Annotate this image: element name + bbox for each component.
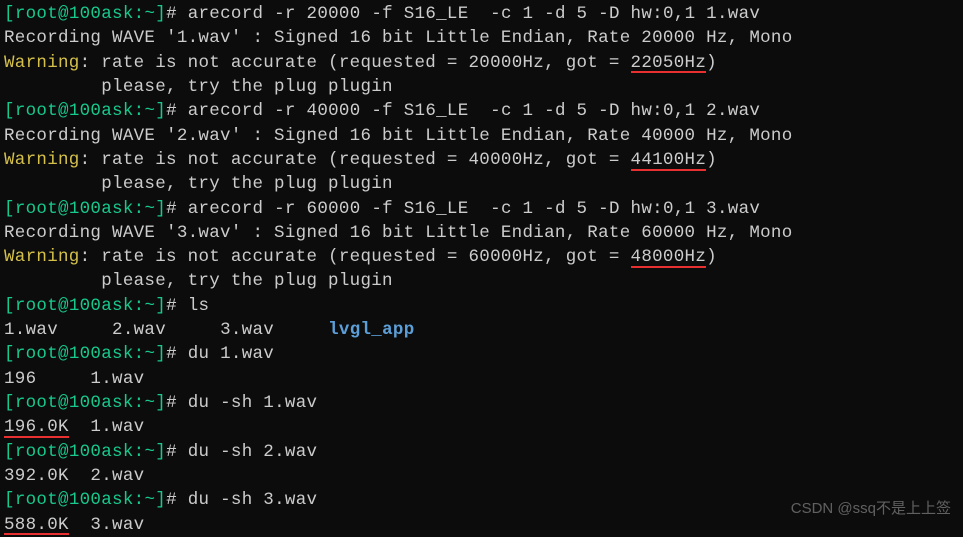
- du-output: 196.0K 1.wav: [4, 415, 959, 439]
- command-text: arecord -r 20000 -f S16_LE -c 1 -d 5 -D …: [177, 4, 760, 24]
- warning-tail: please, try the plug plugin: [4, 172, 959, 196]
- command-text: ls: [177, 296, 209, 316]
- prompt-line: [root@100ask:~]# arecord -r 40000 -f S16…: [4, 99, 959, 123]
- command-text: du 1.wav: [177, 344, 274, 364]
- prompt-user-host: root@100ask: [15, 4, 134, 24]
- du-output: 392.0K 2.wav: [4, 464, 959, 488]
- prompt-line: [root@100ask:~]# du 1.wav: [4, 342, 959, 366]
- warning-line: Warning: rate is not accurate (requested…: [4, 51, 959, 75]
- prompt-line: [root@100ask:~]# ls: [4, 294, 959, 318]
- prompt-path: ~: [144, 4, 155, 24]
- file-item: 1.wav: [4, 320, 58, 340]
- warning-label: Warning: [4, 247, 80, 267]
- prompt-hash: #: [166, 4, 177, 24]
- output-line: Recording WAVE '2.wav' : Signed 16 bit L…: [4, 124, 959, 148]
- command-text: du -sh 3.wav: [177, 490, 317, 510]
- warning-tail: please, try the plug plugin: [4, 269, 959, 293]
- prompt-line: [root@100ask:~]# arecord -r 20000 -f S16…: [4, 2, 959, 26]
- prompt-close: ]: [155, 4, 166, 24]
- warning-line: Warning: rate is not accurate (requested…: [4, 148, 959, 172]
- output-line: Recording WAVE '3.wav' : Signed 16 bit L…: [4, 221, 959, 245]
- terminal-output[interactable]: [root@100ask:~]# arecord -r 20000 -f S16…: [4, 2, 959, 537]
- output-line: Recording WAVE '1.wav' : Signed 16 bit L…: [4, 26, 959, 50]
- prompt-line: [root@100ask:~]# arecord -r 60000 -f S16…: [4, 197, 959, 221]
- du-output: 196 1.wav: [4, 367, 959, 391]
- size-value: 196.0K: [4, 419, 69, 438]
- command-text: du -sh 1.wav: [177, 393, 317, 413]
- got-rate-value: 22050Hz: [631, 55, 707, 74]
- warning-tail: please, try the plug plugin: [4, 75, 959, 99]
- warning-text: : rate is not accurate (requested = 2000…: [80, 53, 631, 73]
- command-text: arecord -r 40000 -f S16_LE -c 1 -d 5 -D …: [177, 101, 760, 121]
- command-text: arecord -r 60000 -f S16_LE -c 1 -d 5 -D …: [177, 199, 760, 219]
- warning-label: Warning: [4, 150, 80, 170]
- prompt-line: [root@100ask:~]# du -sh 2.wav: [4, 440, 959, 464]
- dir-item: lvgl_app: [328, 320, 414, 340]
- warning-text-tail: ): [706, 53, 717, 73]
- prompt-sep: :: [134, 4, 145, 24]
- watermark-text: CSDN @ssq不是上上签: [791, 499, 951, 520]
- command-text: du -sh 2.wav: [177, 442, 317, 462]
- file-item: 3.wav: [220, 320, 274, 340]
- warning-label: Warning: [4, 53, 80, 73]
- prompt-open: [: [4, 4, 15, 24]
- got-rate-value: 48000Hz: [631, 249, 707, 268]
- ls-output: 1.wav 2.wav 3.wav lvgl_app: [4, 318, 959, 342]
- prompt-line: [root@100ask:~]# du -sh 1.wav: [4, 391, 959, 415]
- file-item: 2.wav: [112, 320, 166, 340]
- got-rate-value: 44100Hz: [631, 152, 707, 171]
- warning-line: Warning: rate is not accurate (requested…: [4, 245, 959, 269]
